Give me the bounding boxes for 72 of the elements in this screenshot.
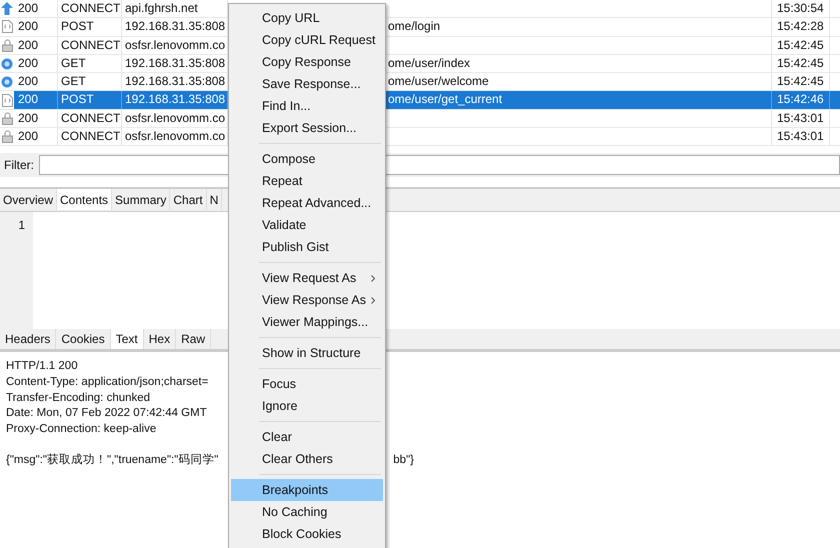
host-cell: 192.168.31.35:808 xyxy=(125,56,226,70)
up-arrow-icon xyxy=(1,2,13,16)
lock-icon xyxy=(2,130,12,144)
host-cell: 192.168.31.35:808 xyxy=(125,19,226,34)
method-cell: CONNECT xyxy=(61,129,120,144)
response-header-line: Transfer-Encoding: chunked xyxy=(6,390,150,406)
menu-item[interactable]: Block Cookies xyxy=(231,523,383,545)
menu-item[interactable]: Repeat Advanced... xyxy=(231,192,383,214)
time-cell: 15:42:45 xyxy=(777,38,824,52)
method-cell: POST xyxy=(61,19,94,34)
time-cell: 15:42:28 xyxy=(777,19,824,34)
result-cell: 200 xyxy=(18,92,38,106)
response-body-text: {"msg":"获取成功！","truename":"码同学" xyxy=(6,452,218,468)
url-cell: ome/user/get_current xyxy=(388,92,502,106)
result-cell: 200 xyxy=(18,74,38,88)
time-cell: 15:42:46 xyxy=(777,92,824,106)
host-cell: 192.168.31.35:808 xyxy=(125,74,226,88)
time-cell: 15:30:54 xyxy=(777,1,824,15)
inspector-tab[interactable]: Contents xyxy=(57,189,112,210)
globe-icon xyxy=(1,76,13,88)
host-cell: osfsr.lenovomm.co xyxy=(125,129,226,144)
document-icon xyxy=(2,94,12,107)
result-cell: 200 xyxy=(18,110,38,125)
response-header-line: HTTP/1.1 200 xyxy=(6,359,78,374)
method-cell: CONNECT xyxy=(61,110,120,125)
result-cell: 200 xyxy=(18,56,38,70)
time-cell: 15:43:01 xyxy=(777,110,824,125)
url-cell: ome/login xyxy=(388,19,440,34)
lock-icon xyxy=(2,112,12,125)
host-cell: osfsr.lenovomm.co xyxy=(125,38,226,52)
globe-icon xyxy=(1,58,13,70)
response-tab[interactable]: Text xyxy=(110,329,144,349)
menu-item[interactable]: Clear xyxy=(231,426,383,448)
menu-item[interactable]: Focus xyxy=(231,373,383,395)
chevron-right-icon xyxy=(371,274,375,282)
result-cell: 200 xyxy=(18,19,38,34)
menu-item[interactable]: Viewer Mappings... xyxy=(231,311,383,333)
response-header-line: Content-Type: application/json;charset= xyxy=(6,374,208,390)
menu-item[interactable]: View Response As xyxy=(231,289,383,311)
result-cell: 200 xyxy=(18,129,38,144)
time-cell: 15:42:45 xyxy=(777,56,824,70)
chevron-right-icon xyxy=(371,296,375,304)
response-header-line: Date: Mon, 07 Feb 2022 07:42:44 GMT xyxy=(6,406,207,422)
menu-item[interactable]: No Caching xyxy=(231,501,383,523)
method-cell: CONNECT xyxy=(61,38,120,52)
method-cell: GET xyxy=(61,74,86,88)
menu-item[interactable]: Clear Others xyxy=(231,448,383,470)
method-cell: GET xyxy=(61,56,86,70)
result-cell: 200 xyxy=(18,1,38,15)
url-cell: ome/user/welcome xyxy=(388,74,489,88)
host-cell: api.fghrsh.net xyxy=(125,1,198,15)
response-body-text: bb"} xyxy=(393,452,414,468)
lock-icon xyxy=(2,38,12,52)
menu-item[interactable]: Show in Structure xyxy=(231,342,383,364)
method-cell: CONNECT xyxy=(61,1,120,15)
menu-item[interactable]: Ignore xyxy=(231,395,383,417)
url-cell: ome/user/index xyxy=(388,56,470,70)
result-cell: 200 xyxy=(18,38,38,52)
line-number: 1 xyxy=(18,218,25,232)
time-cell: 15:42:45 xyxy=(777,74,824,88)
method-cell: POST xyxy=(61,92,94,106)
host-cell: osfsr.lenovomm.co xyxy=(125,110,226,125)
menu-item[interactable]: Validate xyxy=(231,214,383,236)
filter-label: Filter: xyxy=(3,158,35,172)
response-header-line: Proxy-Connection: keep-alive xyxy=(6,422,156,438)
menu-item[interactable]: Compose xyxy=(231,148,383,170)
menu-item[interactable]: View Request As xyxy=(231,267,383,289)
host-cell: 192.168.31.35:808 xyxy=(125,92,226,106)
menu-item[interactable]: Publish Gist xyxy=(231,236,383,258)
menu-item[interactable]: Breakpoints xyxy=(231,479,383,501)
time-cell: 15:43:01 xyxy=(777,129,824,144)
menu-item[interactable]: Repeat xyxy=(231,170,383,192)
